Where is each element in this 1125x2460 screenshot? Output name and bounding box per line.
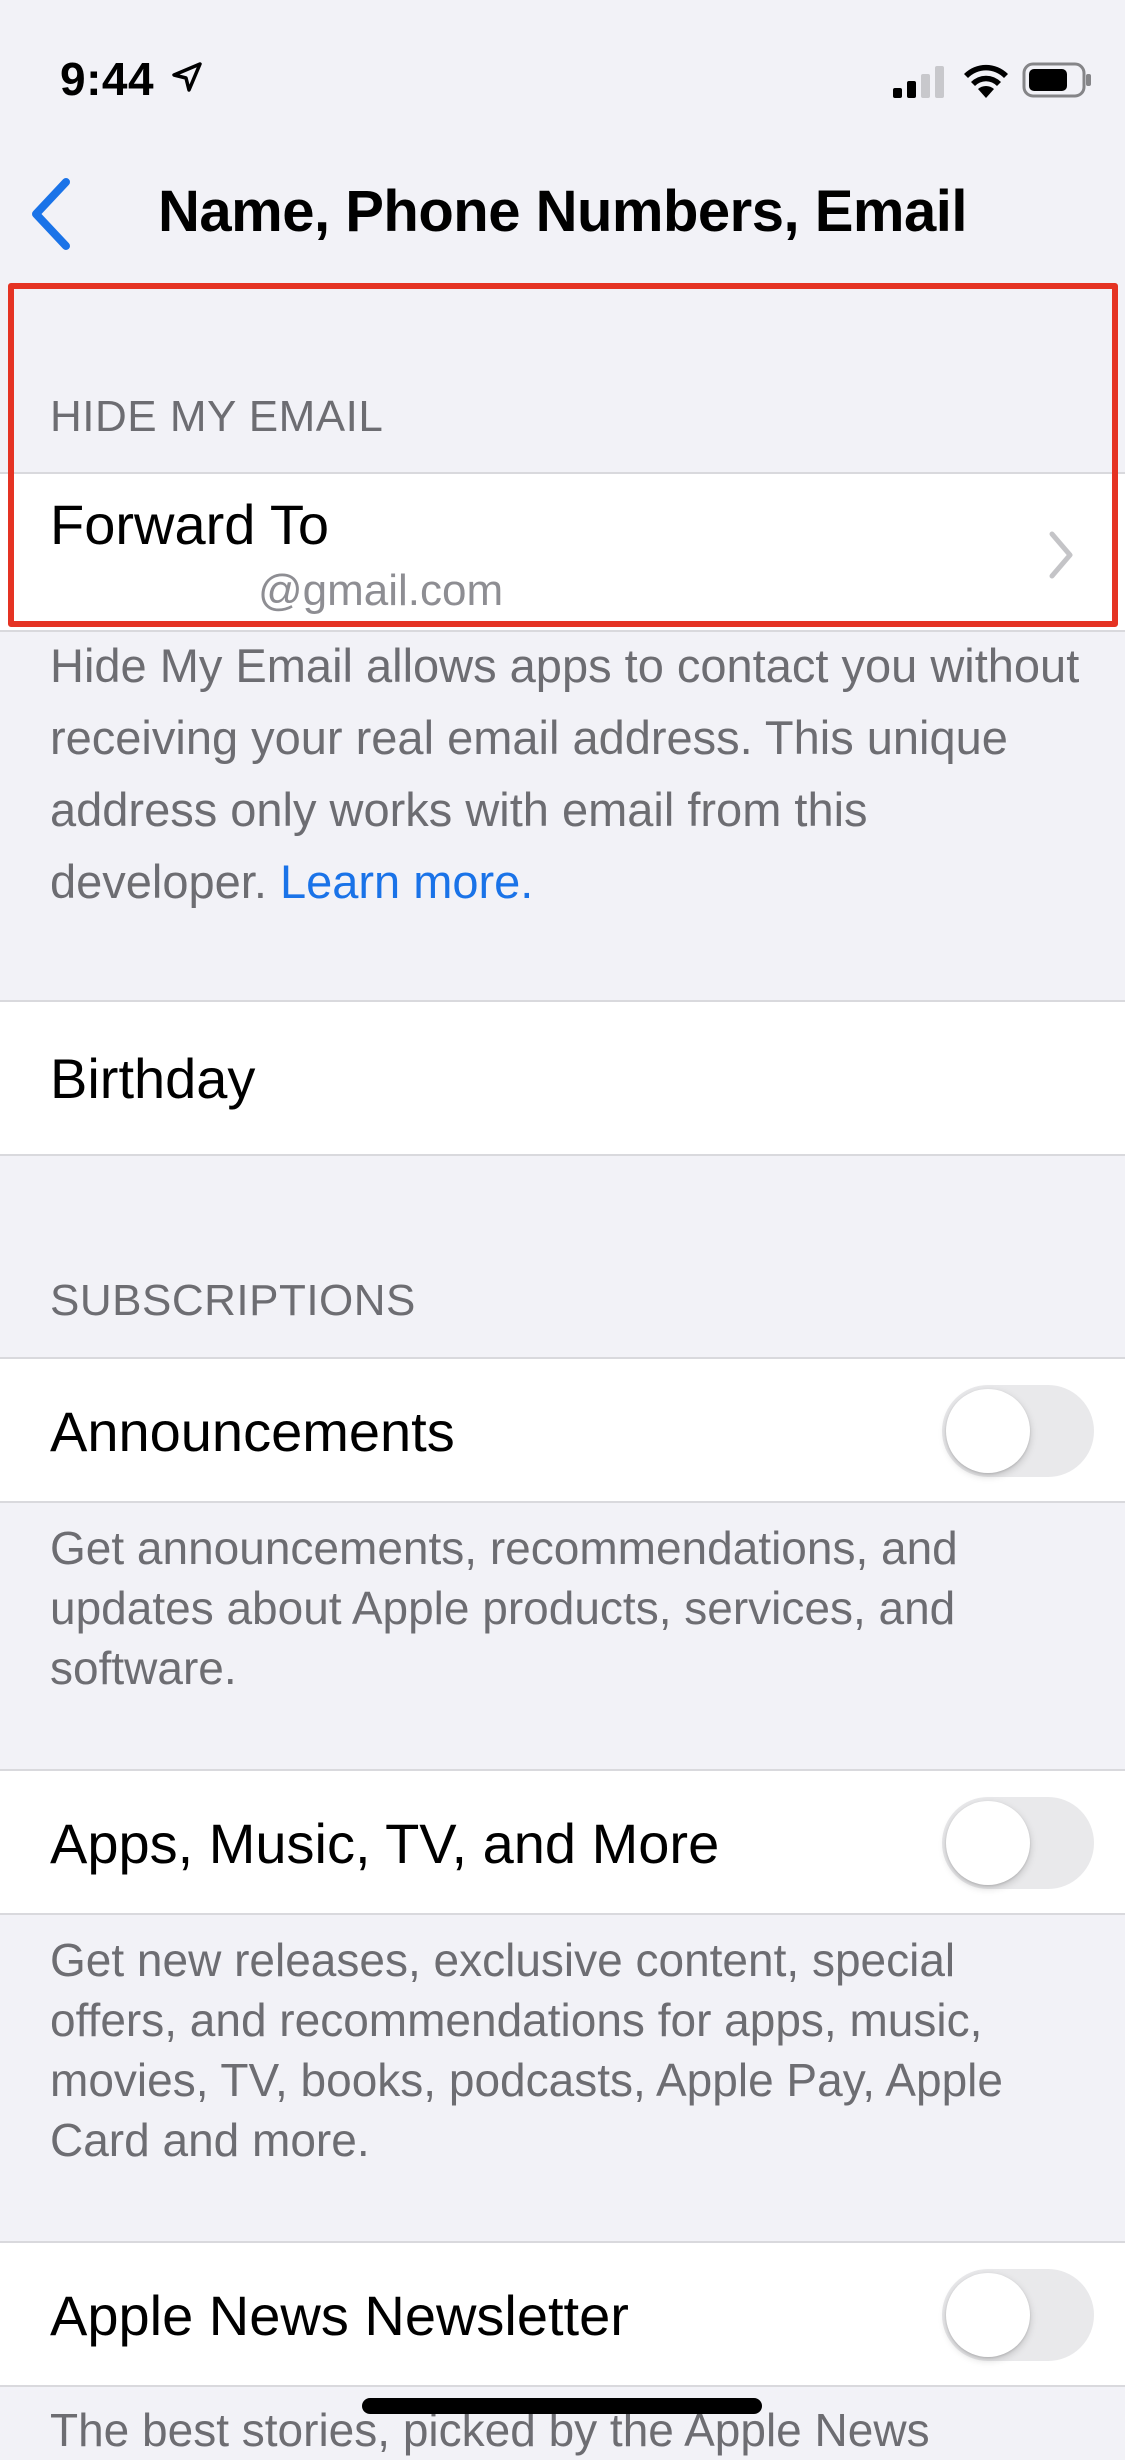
battery-icon (1022, 62, 1091, 98)
forward-to-email: @gmail.com (258, 566, 504, 615)
page-title: Name, Phone Numbers, Email (158, 179, 967, 244)
status-time: 9:44 (60, 53, 155, 105)
forward-to-label: Forward To (50, 493, 330, 556)
apps-music-tv-toggle[interactable] (942, 1797, 1094, 1889)
announcements-label: Announcements (50, 1400, 455, 1463)
cellular-signal-icon (893, 66, 944, 98)
hide-my-email-footer: Hide My Email allows apps to contact you… (50, 630, 1080, 918)
birthday-cell[interactable]: Birthday (0, 1000, 1125, 1156)
apps-music-tv-cell: Apps, Music, TV, and More (0, 1769, 1125, 1915)
announcements-description: Get announcements, recommendations, and … (50, 1522, 958, 1694)
home-indicator (362, 2398, 762, 2414)
toggle-knob (946, 2273, 1030, 2357)
status-bar: 9:44 (0, 0, 1125, 160)
apps-music-tv-description: Get new releases, exclusive content, spe… (50, 1934, 1003, 2166)
chevron-right-icon (1049, 531, 1073, 579)
toggle-knob (946, 1801, 1030, 1885)
forward-to-cell[interactable]: Forward To @gmail.com (0, 472, 1125, 632)
announcements-toggle[interactable] (942, 1385, 1094, 1477)
apps-music-tv-label: Apps, Music, TV, and More (50, 1812, 720, 1875)
section-header-hide-my-email: HIDE MY EMAIL (50, 392, 384, 441)
hide-my-email-description: Hide My Email allows apps to contact you… (50, 639, 1080, 908)
apple-news-newsletter-cell: Apple News Newsletter (0, 2241, 1125, 2387)
apple-news-newsletter-label: Apple News Newsletter (50, 2284, 629, 2347)
announcements-cell: Announcements (0, 1357, 1125, 1503)
apple-news-newsletter-toggle[interactable] (942, 2269, 1094, 2361)
toggle-knob (946, 1389, 1030, 1473)
learn-more-link[interactable]: Learn more. (280, 855, 533, 908)
birthday-label: Birthday (50, 1047, 256, 1110)
wifi-icon (964, 64, 1008, 98)
section-header-subscriptions: SUBSCRIPTIONS (50, 1276, 416, 1325)
location-arrow-icon (172, 62, 202, 92)
